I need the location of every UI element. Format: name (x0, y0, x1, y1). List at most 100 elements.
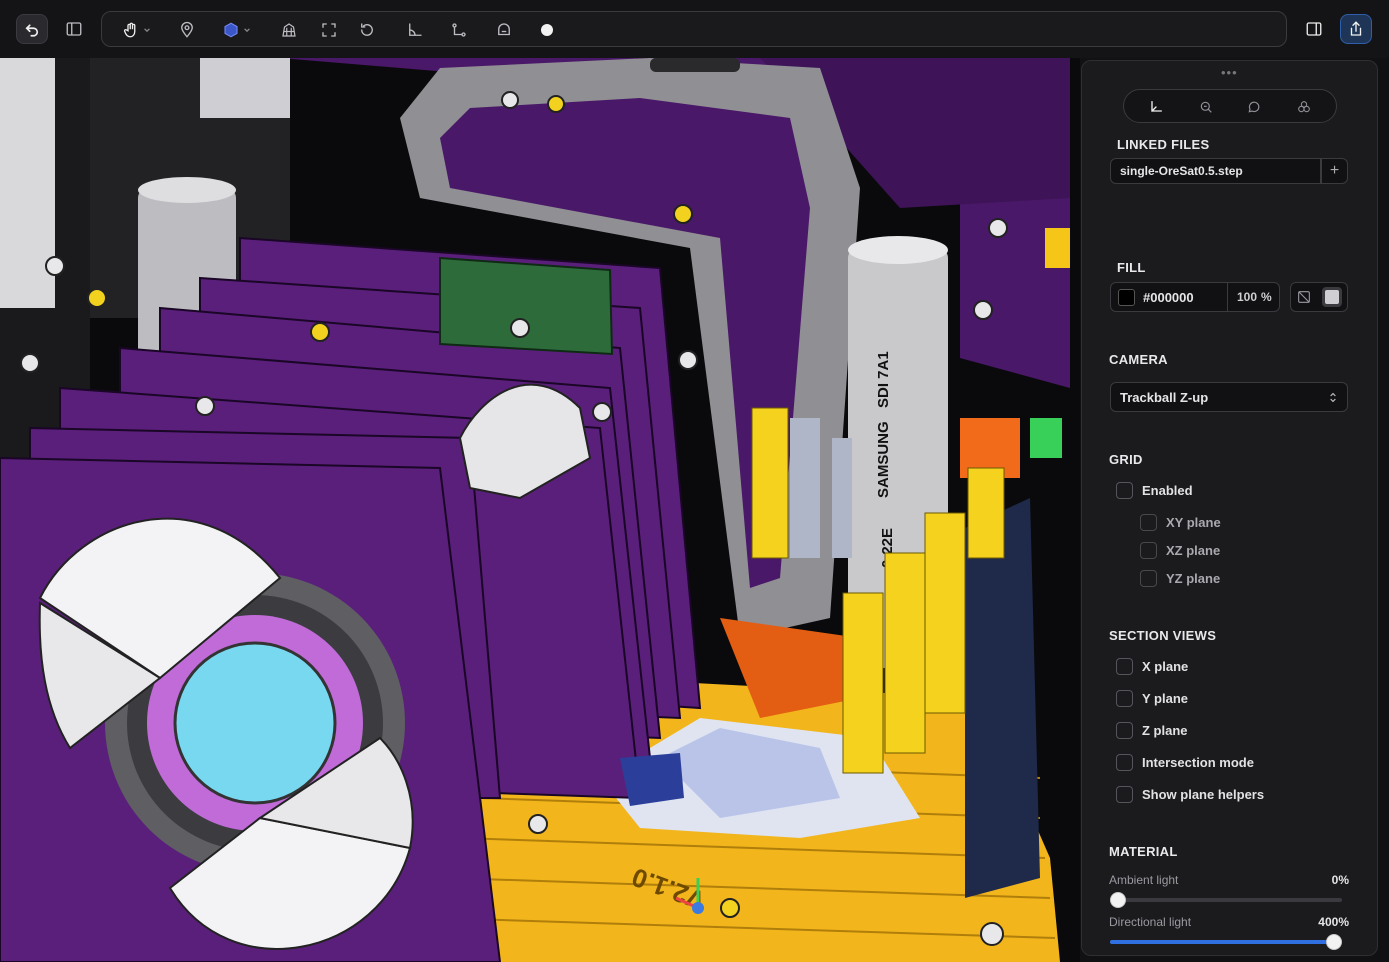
fill-opacity-input[interactable]: 100 % (1227, 282, 1272, 312)
solid-fill-button[interactable] (1322, 287, 1342, 307)
fill-color-field[interactable]: #000000 100 % (1110, 282, 1280, 312)
camera-mode-select[interactable]: Trackball Z-up (1110, 382, 1348, 412)
reset-view-button[interactable] (358, 16, 376, 44)
measure-distance-button[interactable] (450, 16, 468, 44)
appearance-button[interactable] (538, 16, 556, 44)
panel-right-icon (1306, 22, 1322, 36)
toggle-sidebar-button[interactable] (58, 14, 90, 44)
tab-materials[interactable] (1294, 97, 1314, 117)
section-tool-button[interactable] (495, 16, 513, 44)
fill-color-swatch[interactable] (1118, 288, 1135, 306)
grid-enabled-checkbox[interactable]: Enabled (1116, 482, 1193, 499)
checkbox-box[interactable] (1140, 514, 1157, 531)
battery-label-2: SAMSUNG (875, 421, 892, 498)
sidebar-icon (66, 22, 82, 36)
checkbox-label: YZ plane (1166, 571, 1221, 586)
measure-distance-icon (452, 23, 466, 37)
directional-light-slider[interactable] (1110, 934, 1342, 950)
section-x-plane-checkbox[interactable]: X plane (1116, 658, 1188, 675)
panel-drag-handle[interactable]: ••• (1221, 65, 1238, 80)
measure-angle-button[interactable] (406, 16, 424, 44)
checkbox-box[interactable] (1140, 542, 1157, 559)
camera-mode-value: Trackball Z-up (1120, 389, 1209, 405)
hand-pan-icon (123, 22, 136, 38)
tab-inspect[interactable] (1196, 97, 1216, 117)
checkbox-box[interactable] (1116, 658, 1133, 675)
directional-light-knob[interactable] (1326, 934, 1342, 950)
checkbox-label: XY plane (1166, 515, 1221, 530)
fill-title: FILL (1117, 260, 1146, 275)
checkbox-label: Enabled (1142, 483, 1193, 498)
explode-view-button[interactable] (280, 16, 298, 44)
grid-yz-plane-checkbox[interactable]: YZ plane (1140, 570, 1220, 587)
panel-tabs (1123, 89, 1337, 123)
ambient-light-value: 0% (1331, 873, 1349, 887)
share-button[interactable] (1340, 14, 1372, 44)
ambient-light-knob[interactable] (1110, 892, 1126, 908)
undo-icon (25, 24, 39, 37)
checkbox-box[interactable] (1116, 690, 1133, 707)
measure-angle-icon (409, 23, 422, 36)
grid-xz-plane-checkbox[interactable]: XZ plane (1140, 542, 1220, 559)
linked-file-name: single-OreSat0.5.step (1120, 164, 1243, 178)
show-plane-helpers-checkbox[interactable]: Show plane helpers (1116, 786, 1264, 803)
fit-frame-icon (322, 23, 336, 37)
pan-tool-button[interactable] (122, 16, 151, 44)
undo-button[interactable] (16, 14, 48, 44)
directional-light-label: Directional light (1109, 915, 1192, 929)
pin-icon (181, 21, 193, 38)
fill-hex-value[interactable]: #000000 (1143, 290, 1227, 305)
grid-title: GRID (1109, 452, 1143, 467)
toggle-panel-button[interactable] (1298, 14, 1330, 44)
directional-light-value: 400% (1318, 915, 1349, 929)
section-z-plane-checkbox[interactable]: Z plane (1116, 722, 1188, 739)
building-icon (282, 23, 296, 37)
checkbox-label: Y plane (1142, 691, 1189, 706)
solid-fill-icon (1325, 290, 1339, 304)
fit-view-button[interactable] (320, 16, 338, 44)
tool-group (101, 11, 1287, 47)
no-fill-icon[interactable] (1296, 289, 1312, 305)
checkbox-box[interactable] (1116, 722, 1133, 739)
checkbox-box[interactable] (1140, 570, 1157, 587)
pin-tool-button[interactable] (178, 16, 196, 44)
fill-opacity-unit: % (1261, 290, 1272, 304)
checkbox-box[interactable] (1116, 754, 1133, 771)
properties-panel: ••• LINKED FILES single-OreSat0.5.step +… (1081, 60, 1378, 956)
intersection-mode-checkbox[interactable]: Intersection mode (1116, 754, 1254, 771)
cube-icon (224, 22, 238, 38)
fill-opacity-value: 100 (1237, 290, 1258, 304)
tab-scene[interactable] (1146, 97, 1166, 117)
tab-comments[interactable] (1244, 97, 1264, 117)
share-icon (1350, 21, 1362, 36)
chevron-down-icon (144, 28, 150, 33)
display-mode-button[interactable] (222, 16, 251, 44)
checkbox-label: X plane (1142, 659, 1189, 674)
battery-label-1: SDI 7A1 (875, 351, 892, 408)
3d-viewport[interactable]: SDI 7A1 SAMSUNG 0-22E V2.1.0 (0, 58, 1080, 962)
grid-xy-plane-checkbox[interactable]: XY plane (1140, 514, 1221, 531)
checkbox-box[interactable] (1116, 482, 1133, 499)
checkbox-label: Show plane helpers (1142, 787, 1265, 802)
section-y-plane-checkbox[interactable]: Y plane (1116, 690, 1188, 707)
linked-file-field[interactable]: single-OreSat0.5.step (1110, 158, 1321, 184)
ambient-light-label: Ambient light (1109, 873, 1179, 887)
checkbox-label: Z plane (1142, 723, 1188, 738)
ambient-light-slider[interactable] (1110, 892, 1342, 908)
material-title: MATERIAL (1109, 844, 1178, 859)
comment-icon (1248, 101, 1260, 113)
chevron-down-icon (244, 28, 250, 33)
cad-model-render[interactable]: SDI 7A1 SAMSUNG 0-22E V2.1.0 (0, 58, 1080, 962)
layers-circles-icon (1298, 101, 1310, 113)
linked-files-title: LINKED FILES (1117, 137, 1210, 152)
select-chevron-icon (1330, 392, 1336, 402)
directional-light-fill (1110, 940, 1342, 944)
rotate-icon (361, 23, 373, 36)
helmet-icon (498, 23, 510, 36)
camera-title: CAMERA (1109, 352, 1168, 367)
fill-mode-toggle (1290, 282, 1348, 312)
circle-icon (541, 24, 553, 36)
add-linked-file-button[interactable]: + (1321, 158, 1348, 184)
checkbox-box[interactable] (1116, 786, 1133, 803)
zoom-icon (1200, 101, 1212, 113)
